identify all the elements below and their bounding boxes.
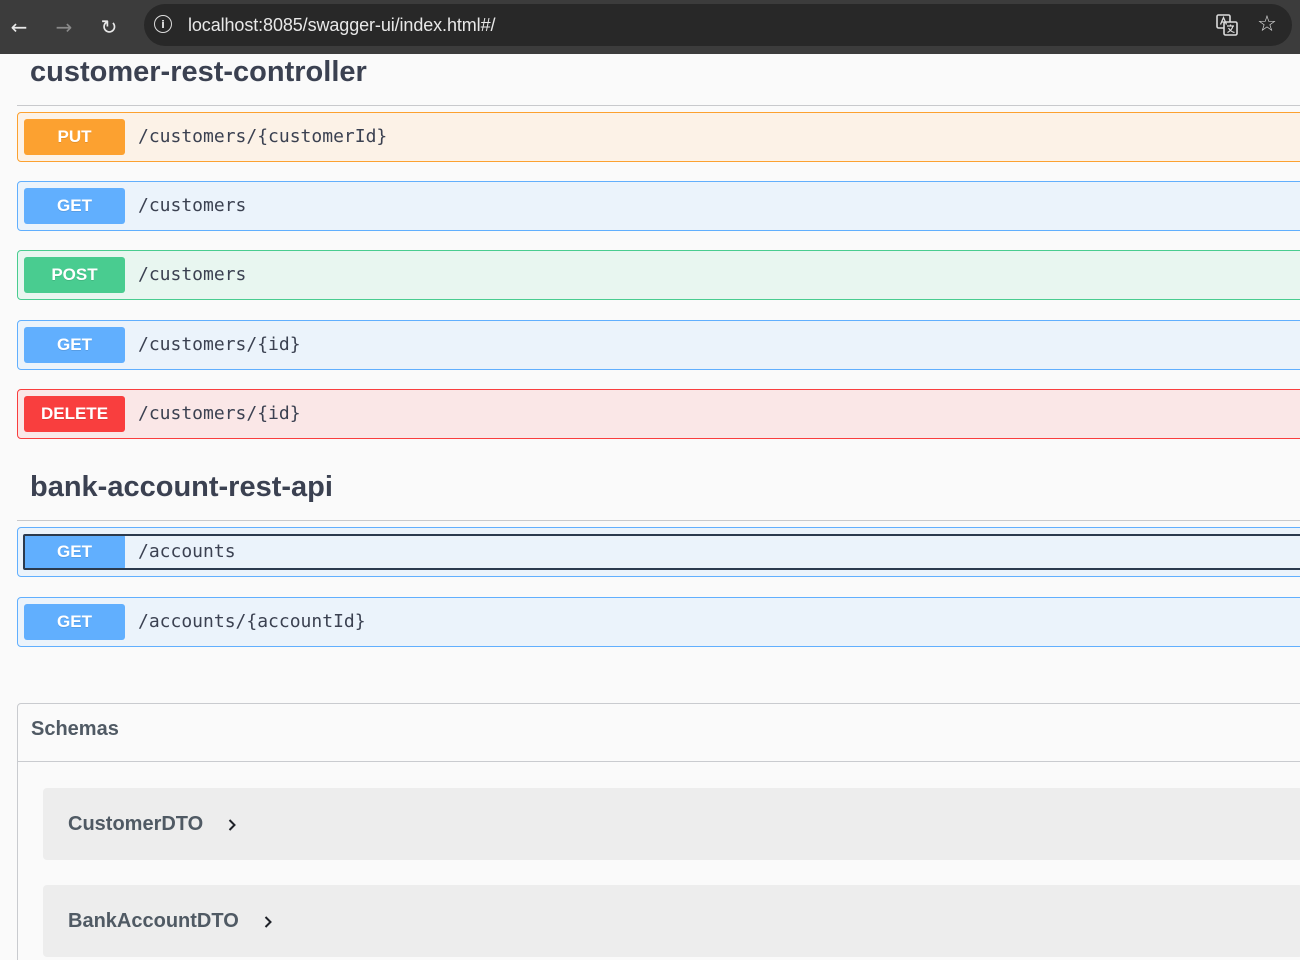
operation-path: /customers bbox=[138, 264, 247, 285]
chevron-right-icon bbox=[228, 819, 236, 831]
tag-divider bbox=[17, 105, 1300, 106]
model-bank-account-dto[interactable]: BankAccountDTO bbox=[43, 885, 1300, 957]
method-badge-get: GET bbox=[24, 534, 125, 570]
chevron-right-icon bbox=[264, 916, 272, 928]
operation-get-accounts-accountId[interactable]: GET /accounts/{accountId} bbox=[17, 597, 1300, 647]
reload-icon[interactable]: ↻ bbox=[92, 10, 126, 44]
operation-path: /accounts bbox=[138, 541, 236, 562]
operation-post-customers[interactable]: POST /customers bbox=[17, 250, 1300, 300]
method-badge-put: PUT bbox=[24, 119, 125, 155]
operation-path: /customers/{id} bbox=[138, 334, 301, 355]
operation-path: /customers/{id} bbox=[138, 403, 301, 424]
schemas-section: Schemas CustomerDTO BankAccountDTO bbox=[17, 703, 1300, 960]
bookmark-star-icon[interactable]: ☆ bbox=[1254, 11, 1280, 37]
operation-delete-customers-id[interactable]: DELETE /customers/{id} bbox=[17, 389, 1300, 439]
operation-path: /accounts/{accountId} bbox=[138, 611, 366, 632]
method-badge-get: GET bbox=[24, 327, 125, 363]
schemas-divider bbox=[18, 761, 1300, 762]
method-badge-post: POST bbox=[24, 257, 125, 293]
browser-toolbar: ← → ↻ i localhost:8085/swagger-ui/index.… bbox=[0, 0, 1300, 54]
method-badge-get: GET bbox=[24, 188, 125, 224]
method-badge-delete: DELETE bbox=[24, 396, 125, 432]
schemas-title[interactable]: Schemas bbox=[31, 718, 119, 741]
operation-get-customers-id[interactable]: GET /customers/{id} bbox=[17, 320, 1300, 370]
model-name: CustomerDTO bbox=[68, 813, 204, 835]
site-info-icon[interactable]: i bbox=[154, 15, 172, 33]
tag-title-customer-rest-controller[interactable]: customer-rest-controller bbox=[30, 56, 367, 89]
operation-get-accounts[interactable]: GET /accounts bbox=[17, 527, 1300, 577]
back-icon[interactable]: ← bbox=[2, 10, 36, 44]
forward-icon[interactable]: → bbox=[47, 10, 81, 44]
method-badge-get: GET bbox=[24, 604, 125, 640]
model-name: BankAccountDTO bbox=[68, 910, 239, 932]
operation-path: /customers/{customerId} bbox=[138, 126, 388, 147]
translate-icon[interactable] bbox=[1216, 14, 1238, 36]
tag-title-bank-account-rest-api[interactable]: bank-account-rest-api bbox=[30, 471, 333, 504]
url-text[interactable]: localhost:8085/swagger-ui/index.html#/ bbox=[188, 15, 495, 36]
operation-get-customers[interactable]: GET /customers bbox=[17, 181, 1300, 231]
operation-path: /customers bbox=[138, 195, 247, 216]
swagger-page: customer-rest-controller PUT /customers/… bbox=[0, 54, 1300, 960]
address-bar[interactable]: i localhost:8085/swagger-ui/index.html#/… bbox=[144, 4, 1292, 46]
tag-divider bbox=[17, 520, 1300, 521]
model-customer-dto[interactable]: CustomerDTO bbox=[43, 788, 1300, 860]
operation-put-customers-customerId[interactable]: PUT /customers/{customerId} bbox=[17, 112, 1300, 162]
